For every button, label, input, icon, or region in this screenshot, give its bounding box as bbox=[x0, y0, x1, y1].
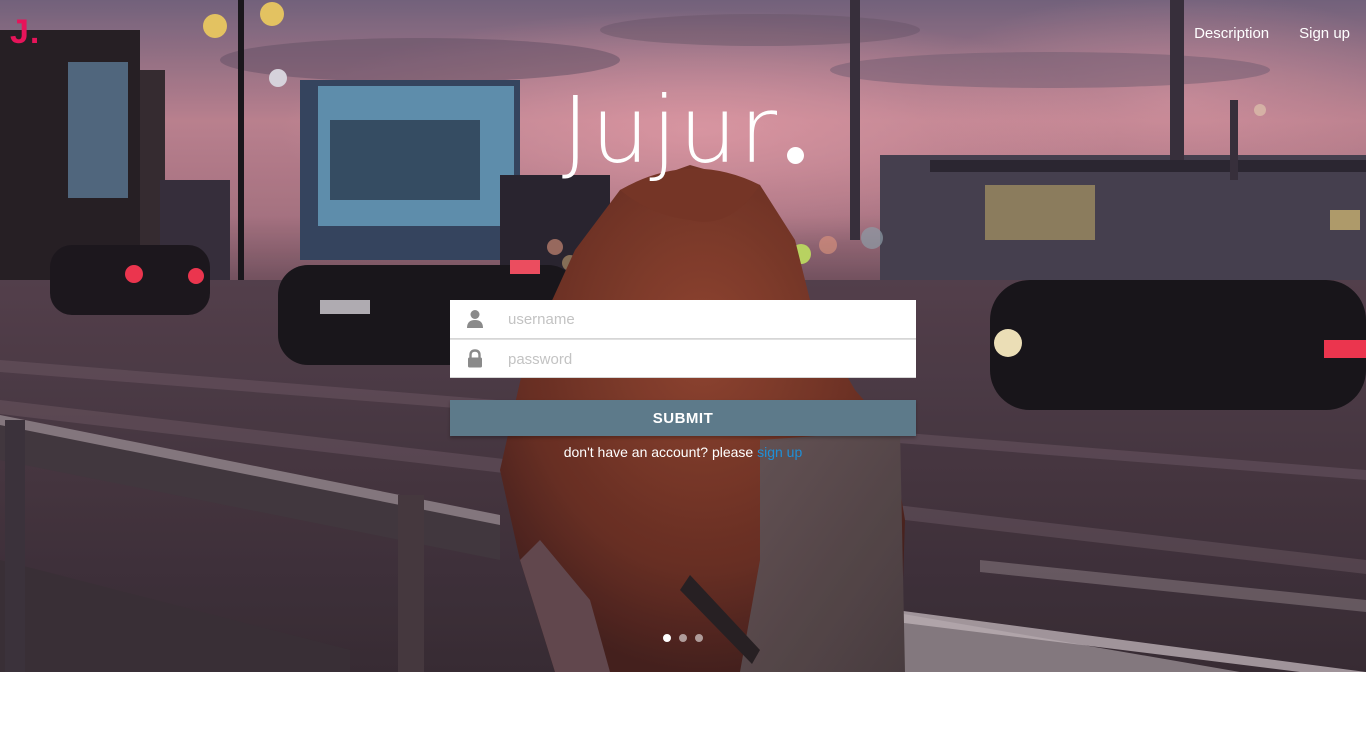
lock-icon bbox=[468, 349, 482, 368]
signup-prompt-text: don't have an account? please bbox=[563, 444, 754, 460]
nav-link-sign-up[interactable]: Sign up bbox=[1299, 24, 1350, 44]
brand-title-dot bbox=[787, 147, 805, 164]
nav-link-description[interactable]: Description bbox=[1194, 24, 1269, 44]
brand-title: Jujur bbox=[0, 76, 1366, 186]
carousel-dot-2[interactable] bbox=[679, 634, 687, 642]
carousel-dot-1[interactable] bbox=[663, 634, 671, 642]
login-form: SUBMIT don't have an account? please sig… bbox=[450, 300, 916, 460]
brand-title-text: Jujur bbox=[561, 77, 780, 184]
signup-link[interactable]: sign up bbox=[757, 444, 802, 460]
signup-prompt: don't have an account? please sign up bbox=[450, 444, 916, 460]
top-nav: Description Sign up bbox=[1194, 24, 1350, 44]
carousel-dot-3[interactable] bbox=[695, 634, 703, 642]
username-input[interactable] bbox=[508, 300, 906, 338]
password-field bbox=[450, 339, 916, 378]
hero-banner: J. Description Sign up Jujur SUBMIT don'… bbox=[0, 0, 1366, 672]
carousel-indicators bbox=[0, 634, 1366, 642]
brand-logo[interactable]: J. bbox=[10, 12, 40, 52]
password-input[interactable] bbox=[508, 340, 906, 378]
username-field bbox=[450, 300, 916, 339]
user-icon bbox=[467, 310, 483, 328]
submit-button[interactable]: SUBMIT bbox=[450, 400, 916, 436]
